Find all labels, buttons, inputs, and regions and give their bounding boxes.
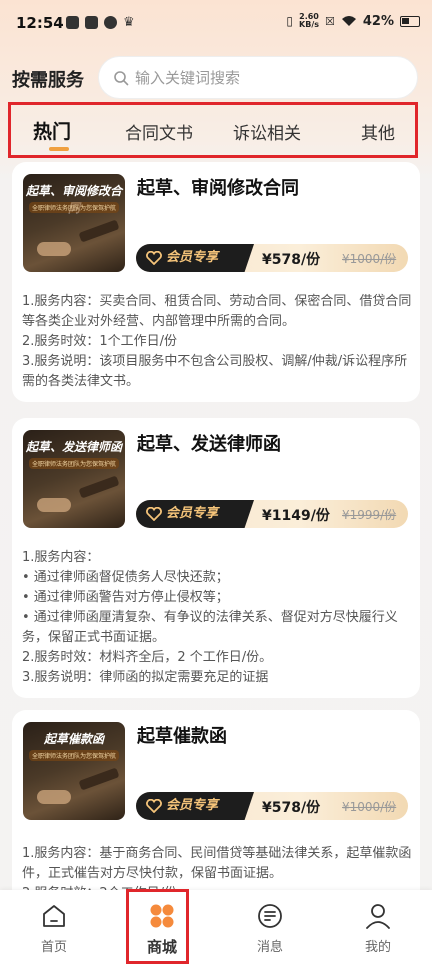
nav-mall[interactable]: 商城 (108, 890, 216, 964)
original-price: ¥1999/份 (342, 508, 397, 522)
page-title: 按需服务 (12, 70, 84, 91)
nav-profile[interactable]: 我的 (324, 890, 432, 964)
service-thumbnail: 起草催款函 全职律师法务团队为您保驾护航 (23, 722, 125, 820)
home-icon (43, 905, 65, 927)
gavel-icon (78, 767, 120, 791)
vibrate-icon: ▯ (286, 14, 294, 28)
member-price: ¥578/份 (262, 800, 321, 816)
category-tabs: 热门 合同文书 诉讼相关 其他 (8, 102, 418, 158)
app-notification-icon (66, 16, 79, 29)
service-title: 起草、审阅修改合同 (137, 178, 299, 199)
tab-other[interactable]: 其他 (361, 119, 395, 144)
network-speed: 2.60 KB/s (299, 12, 319, 29)
search-bar[interactable] (98, 56, 418, 99)
service-card[interactable]: 起草、发送律师函 全职律师法务团队为您保驾护航 起草、发送律师函 会员专享 ¥1… (12, 418, 420, 698)
battery-percent: 42% (362, 13, 394, 29)
member-badge: 会员专享 (136, 792, 254, 820)
heart-icon (146, 799, 162, 813)
price-bar: 会员专享 ¥578/份 ¥1000/份 (136, 244, 408, 272)
tab-hot[interactable]: 热门 (33, 117, 71, 144)
search-input[interactable] (135, 66, 405, 90)
gavel-icon (78, 475, 120, 499)
service-thumbnail: 起草、审阅修改合同 全职律师法务团队为您保驾护航 (23, 174, 125, 272)
member-badge: 会员专享 (136, 500, 254, 528)
battery-icon (400, 15, 420, 27)
heart-icon (146, 507, 162, 521)
nav-home[interactable]: 首页 (0, 890, 108, 964)
tab-contracts[interactable]: 合同文书 (125, 119, 193, 144)
service-title: 起草催款函 (137, 726, 227, 747)
wifi-icon (341, 16, 356, 26)
mall-icon (150, 904, 174, 928)
price-bar: 会员专享 ¥578/份 ¥1000/份 (136, 792, 408, 820)
sim-icon: ☒ (325, 14, 335, 28)
tab-litigation[interactable]: 诉讼相关 (233, 119, 301, 144)
active-tab-indicator (49, 147, 69, 151)
app-notification-icon (85, 16, 98, 29)
member-price: ¥1149/份 (262, 508, 330, 524)
service-thumbnail: 起草、发送律师函 全职律师法务团队为您保驾护航 (23, 430, 125, 528)
user-icon (366, 904, 390, 929)
nav-messages[interactable]: 消息 (216, 890, 324, 964)
app-notification-icon (104, 16, 117, 29)
system-indicators: ▯ 2.60 KB/s ☒ 42% (286, 13, 420, 29)
member-badge: 会员专享 (136, 244, 254, 272)
status-bar: 12:54 ♛ ▯ 2.60 KB/s ☒ 42% (0, 0, 432, 50)
original-price: ¥1000/份 (342, 800, 397, 814)
service-description: 1.服务内容： • 通过律师函督促债务人尽快还款； • 通过律师函警告对方停止侵… (22, 550, 398, 685)
search-icon (114, 71, 129, 86)
member-price: ¥578/份 (262, 252, 321, 268)
gavel-icon (78, 219, 120, 243)
heart-icon (146, 251, 162, 265)
notification-icons: ♛ (66, 15, 135, 30)
original-price: ¥1000/份 (342, 252, 397, 266)
bottom-nav: 首页 商城 消息 我的 (0, 890, 432, 964)
service-card[interactable]: 起草催款函 全职律师法务团队为您保驾护航 起草催款函 会员专享 ¥578/份 ¥… (12, 710, 420, 910)
status-time: 12:54 (16, 14, 64, 32)
crown-icon: ♛ (123, 15, 135, 30)
service-description: 1.服务内容：买卖合同、租赁合同、劳动合同、保密合同、借贷合同等各类企业对外经营… (22, 294, 412, 389)
message-icon (258, 904, 282, 928)
header: 按需服务 (0, 56, 432, 100)
service-card[interactable]: 起草、审阅修改合同 全职律师法务团队为您保驾护航 起草、审阅修改合同 会员专享 … (12, 162, 420, 402)
price-bar: 会员专享 ¥1149/份 ¥1999/份 (136, 500, 408, 528)
service-title: 起草、发送律师函 (137, 434, 281, 455)
